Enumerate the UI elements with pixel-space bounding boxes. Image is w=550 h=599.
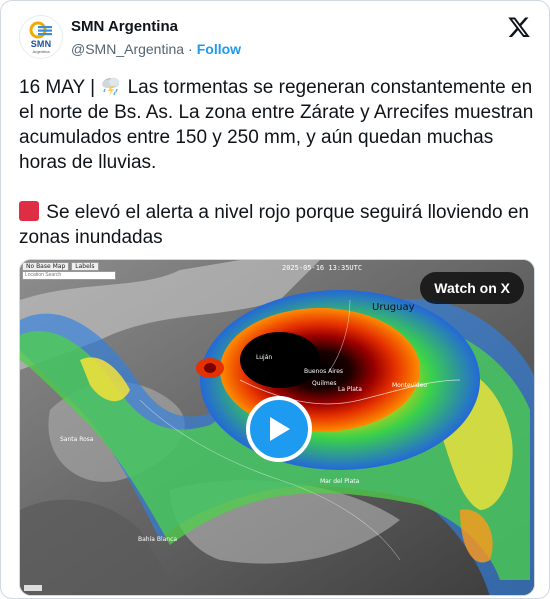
map-label-la-plata: La Plata — [338, 386, 362, 393]
map-scale — [24, 585, 42, 591]
labels-select[interactable]: Labels — [71, 262, 99, 271]
play-icon — [270, 417, 290, 441]
handle-row: @SMN_Argentina · Follow — [71, 39, 241, 59]
map-label-mar-del-plata: Mar del Plata — [320, 478, 360, 485]
tweet-paragraph-2-body: Se elevó el alerta a nivel rojo porque s… — [19, 202, 529, 248]
author-display-name[interactable]: SMN Argentina — [71, 17, 241, 37]
map-label-santa-rosa: Santa Rosa — [60, 436, 94, 443]
map-label-bahia-blanca: Bahía Blanca — [138, 536, 178, 543]
tweet-paragraph-1: 16 MAY | Las tormentas se regeneran cons… — [19, 75, 535, 175]
smn-logo-icon — [29, 21, 52, 39]
tweet-card: SMN Argentina SMN Argentina @SMN_Argenti… — [0, 0, 550, 599]
follow-button[interactable]: Follow — [197, 41, 241, 57]
avatar-logo-text: SMN — [30, 39, 52, 49]
base-map-select[interactable]: No Base Map — [22, 262, 70, 271]
watch-on-x-button[interactable]: Watch on X — [420, 272, 524, 304]
cloud-with-lightning-and-rain-icon — [102, 77, 120, 96]
map-label-quilmes: Quilmes — [312, 380, 337, 387]
tweet-header: SMN Argentina SMN Argentina @SMN_Argenti… — [19, 15, 535, 67]
author-handle[interactable]: @SMN_Argentina — [71, 41, 184, 57]
map-toolbar: No Base Map Labels — [22, 262, 99, 271]
author-block: SMN Argentina @SMN_Argentina · Follow — [71, 17, 241, 59]
avatar[interactable]: SMN Argentina — [19, 15, 63, 59]
play-button[interactable] — [246, 396, 312, 462]
video-media[interactable]: No Base Map Labels Location Search 2025-… — [19, 259, 535, 596]
tweet-date-prefix: 16 MAY | — [19, 77, 101, 98]
tweet-text: 16 MAY | Las tormentas se regeneran cons… — [19, 75, 535, 250]
map-timestamp: 2025-05-16 13:35UTC — [282, 264, 363, 272]
x-logo-icon[interactable] — [507, 15, 531, 39]
map-label-montevideo: Montevideo — [392, 382, 428, 389]
map-label-uruguay: Uruguay — [372, 302, 415, 313]
map-label-lujan: Luján — [256, 354, 273, 361]
location-search-input[interactable]: Location Search — [22, 271, 116, 280]
avatar-logo-subtext: Argentina — [32, 49, 50, 54]
tweet-paragraph-2: Se elevó el alerta a nivel rojo porque s… — [19, 200, 535, 250]
map-label-buenos-aires: Buenos Aires — [304, 368, 344, 375]
red-square-icon — [19, 201, 39, 221]
separator-dot: · — [188, 41, 193, 57]
